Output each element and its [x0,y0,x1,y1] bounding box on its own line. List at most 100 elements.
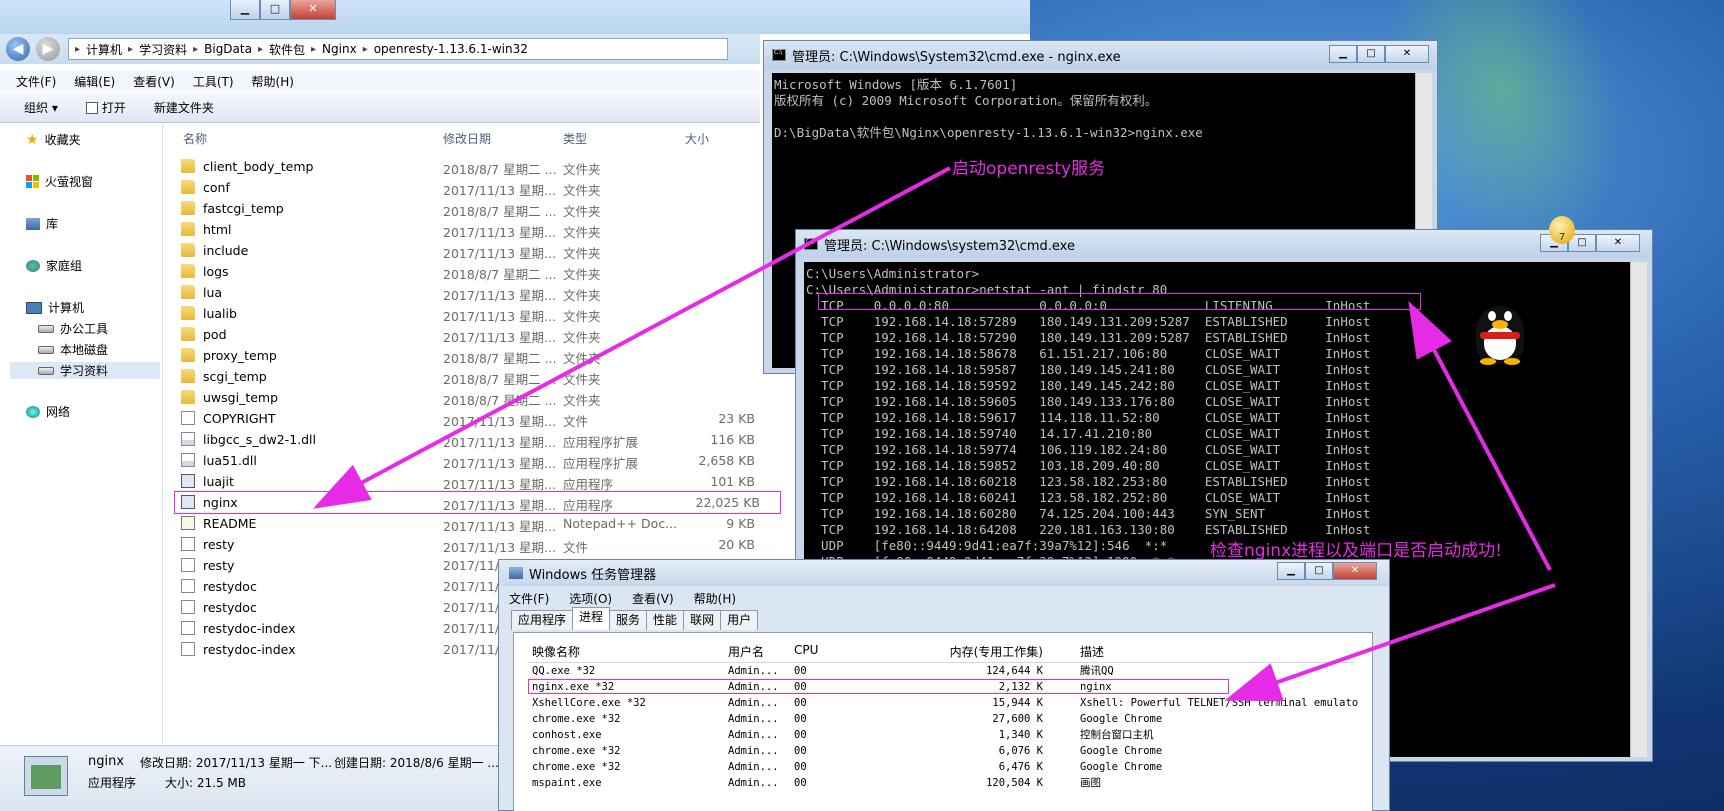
close-button[interactable]: ✕ [290,0,336,20]
file-row[interactable]: lualib 2017/11/13 星期... 文件夹 [175,303,775,324]
back-button[interactable]: ◀ [6,37,30,61]
close-button[interactable]: ✕ [1385,45,1429,63]
windows-logo-icon [26,175,39,188]
process-row[interactable]: conhost.exe Admin... 00 1,340 K 控制台窗口主机 [528,727,1353,743]
file-row[interactable]: uwsgi_temp 2018/8/7 星期二 ... 文件夹 [175,387,775,408]
breadcrumb-item[interactable]: 学习资料 [139,41,187,58]
column-date[interactable]: 修改日期 [443,130,491,147]
column-cpu[interactable]: CPU [794,643,818,657]
file-row[interactable]: scgi_temp 2018/8/7 星期二 ... 文件夹 [175,366,775,387]
file-row[interactable]: logs 2018/8/7 星期二 ... 文件夹 [175,261,775,282]
process-row[interactable]: chrome.exe *32 Admin... 00 6,076 K Google Ch… [528,743,1353,759]
column-size[interactable]: 大小 [685,130,709,147]
process-row[interactable]: QQ.exe *32 Admin... 00 124,644 K 腾讯QQ [528,663,1353,679]
minimize-button[interactable]: ▁ [1329,45,1357,63]
qq-penguin-icon[interactable] [1470,300,1530,366]
file-row[interactable]: conf 2017/11/13 星期... 文件夹 [175,177,775,198]
explorer-navbar: ◀ ▶ ▸ 计算机 ▸ 学习资料 ▸ BigData ▸ 软件包 ▸ Nginx ▸ openrest… [0,34,760,64]
close-button[interactable]: ✕ [1333,562,1377,580]
file-row[interactable]: fastcgi_temp 2018/8/7 星期二 ... 文件夹 [175,198,775,219]
tab-users[interactable]: 用户 [720,610,759,630]
file-row[interactable]: html 2017/11/13 星期... 文件夹 [175,219,775,240]
file-icon [181,411,195,425]
breadcrumb-item[interactable]: openresty-1.13.6.1-win32 [374,42,528,56]
file-row-nginx[interactable]: nginx 2017/11/13 星期... 应用程序 22,025 KB [174,491,781,514]
breadcrumb-separator-icon: ▸ [362,43,368,55]
process-mem: 6,076 K [998,745,1043,757]
breadcrumb-item[interactable]: Nginx [322,42,357,56]
file-row[interactable]: luajit 2017/11/13 星期... 应用程序 101 KB [175,471,775,492]
address-bar[interactable]: ▸ 计算机 ▸ 学习资料 ▸ BigData ▸ 软件包 ▸ Nginx ▸ openresty-1.… [68,38,728,60]
tab-applications[interactable]: 应用程序 [511,610,574,630]
console-line: TCP 192.168.14.18:60241 123.58.182.252:8… [806,490,1371,505]
column-image-name[interactable]: 映像名称 [532,643,580,660]
process-row[interactable]: XshellCore.exe *32 Admin... 00 15,944 K Xshe… [528,695,1358,711]
menu-item[interactable]: 帮助(H) [252,73,294,90]
forward-button[interactable]: ▶ [36,37,60,61]
menu-item[interactable]: 文件(F) [509,590,549,607]
column-user[interactable]: 用户名 [728,643,764,660]
menu-item[interactable]: 工具(T) [193,73,234,90]
file-row[interactable]: include 2017/11/13 星期... 文件夹 [175,240,775,261]
file-row[interactable]: proxy_temp 2018/8/7 星期二 ... 文件夹 [175,345,775,366]
file-type: 应用程序扩展 [563,456,639,471]
process-mem: 1,340 K [998,729,1043,741]
maximize-button[interactable]: □ [1357,45,1385,63]
breadcrumb-separator-icon: ▸ [257,43,263,55]
minimize-button[interactable]: ▁ [1277,562,1305,580]
file-name: restydoc [203,600,257,615]
file-date: 2017/11/ [443,621,500,636]
file-row[interactable]: lua 2017/11/13 星期... 文件夹 [175,282,775,303]
menu-item[interactable]: 帮助(H) [694,590,736,607]
tab-services[interactable]: 服务 [609,610,648,630]
tab-performance[interactable]: 性能 [646,610,685,630]
nav-drive-office[interactable]: 办公工具 [38,320,108,337]
menu-item[interactable]: 查看(V) [133,73,175,90]
breadcrumb-item[interactable]: BigData [204,42,252,56]
file-row[interactable]: resty 2017/11/13 星期... 文件 20 KB [175,534,775,555]
open-button[interactable]: 打开 [85,99,126,116]
breadcrumb-item[interactable]: 软件包 [269,41,305,58]
maximize-button[interactable]: □ [1305,562,1333,580]
nav-homegroup[interactable]: 家庭组 [26,257,82,274]
file-row[interactable]: README 2017/11/13 星期... Notepad++ Doc... 9 … [175,513,775,534]
menu-item[interactable]: 选项(O) [569,590,612,607]
nav-network[interactable]: 网络 [26,403,70,420]
notification-bulb-icon[interactable]: 7 [1549,216,1575,244]
menu-item[interactable]: 编辑(E) [74,73,115,90]
file-date: 2017/11/13 星期... [443,246,556,261]
maximize-button[interactable]: □ [260,0,290,20]
minimize-button[interactable]: ▁ [230,0,260,20]
nav-library[interactable]: 库 [26,215,58,232]
console-line: TCP 192.168.14.18:59852 103.18.209.40:80… [806,458,1371,473]
file-date: 2017/11/ [443,579,500,594]
close-button[interactable]: ✕ [1596,234,1640,252]
menu-item[interactable]: 查看(V) [632,590,674,607]
nav-drive-study[interactable]: 学习资料 [10,362,160,379]
column-name[interactable]: 名称 [183,130,207,147]
file-row[interactable]: lua51.dll 2017/11/13 星期... 应用程序扩展 2,658 KB [175,450,775,471]
process-row[interactable]: mspaint.exe Admin... 00 120,504 K 画图 [528,775,1353,791]
column-memory[interactable]: 内存(专用工作集) [950,643,1043,660]
organize-button[interactable]: 组织 ▾ [24,99,58,116]
process-row[interactable]: chrome.exe *32 Admin... 00 27,600 K Google C… [528,711,1353,727]
file-row[interactable]: libgcc_s_dw2-1.dll 2017/11/13 星期... 应用程序扩展… [175,429,775,450]
breadcrumb-item[interactable]: 计算机 [86,41,122,58]
column-description[interactable]: 描述 [1080,643,1104,660]
process-cpu: 00 [794,697,807,709]
column-type[interactable]: 类型 [563,130,587,147]
tab-processes[interactable]: 进程 [572,607,611,630]
file-row[interactable]: client_body_temp 2018/8/7 星期二 ... 文件夹 [175,156,775,177]
cmd2-scrollbar[interactable] [1630,262,1647,757]
nav-drive-local[interactable]: 本地磁盘 [38,341,108,358]
tab-networking[interactable]: 联网 [683,610,722,630]
new-folder-button[interactable]: 新建文件夹 [154,99,214,116]
file-row[interactable]: COPYRIGHT 2017/11/13 星期... 文件 23 KB [175,408,775,429]
file-name: lua51.dll [203,453,257,468]
nav-huoying[interactable]: 火萤视窗 [26,173,93,190]
nav-favorites[interactable]: ★ 收藏夹 [26,131,81,148]
nav-computer[interactable]: 计算机 [26,299,84,316]
process-row[interactable]: chrome.exe *32 Admin... 00 6,476 K Google Ch… [528,759,1353,775]
file-row[interactable]: pod 2017/11/13 星期... 文件夹 [175,324,775,345]
menu-item[interactable]: 文件(F) [16,73,56,90]
